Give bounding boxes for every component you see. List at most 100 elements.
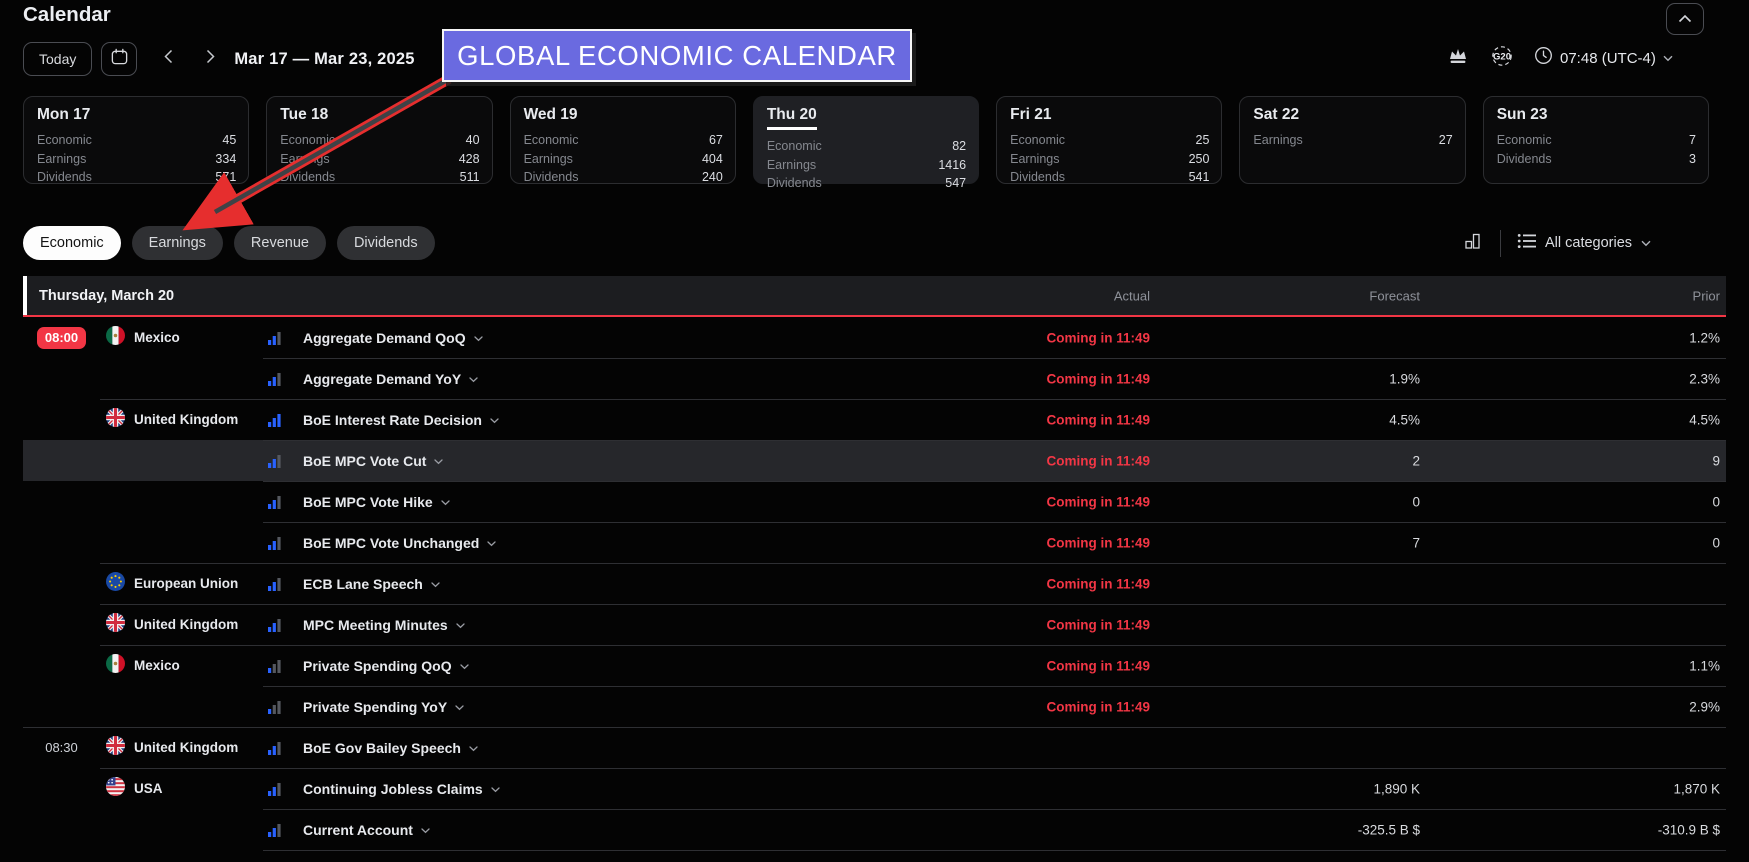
stat-value: 1416 bbox=[938, 156, 966, 175]
day-card-sat-22[interactable]: Sat 22Earnings27 bbox=[1239, 96, 1465, 184]
stat-value: 547 bbox=[945, 174, 966, 193]
flag-european-union-icon bbox=[106, 572, 125, 596]
chevron-down-icon[interactable] bbox=[491, 780, 500, 798]
day-card-title: Mon 17 bbox=[37, 106, 236, 124]
calendar-icon bbox=[110, 47, 129, 71]
day-card-stat: Economic82 bbox=[767, 137, 966, 156]
importance-icon bbox=[263, 782, 303, 796]
event-row[interactable]: United Kingdom MPC Meeting MinutesComing … bbox=[23, 604, 1726, 645]
country-cell: United Kingdom bbox=[100, 613, 263, 637]
day-card-thu-20[interactable]: Thu 20Economic82Earnings1416Dividends547 bbox=[753, 96, 979, 184]
event-cell: Private Spending YoY bbox=[303, 698, 1726, 716]
filter-chip-economic[interactable]: Economic bbox=[23, 226, 121, 260]
forecast-value: -325.5 B $ bbox=[1358, 822, 1420, 837]
importance-filter-button[interactable] bbox=[1446, 45, 1470, 72]
event-row[interactable]: BoE MPC Vote HikeComing in 11:4900 bbox=[23, 481, 1726, 522]
chevron-down-icon[interactable] bbox=[421, 821, 430, 839]
prior-value: 0 bbox=[1712, 535, 1720, 550]
importance-icon bbox=[263, 577, 303, 591]
collapse-panel-button[interactable] bbox=[1666, 3, 1704, 35]
event-row[interactable]: 08:00MexicoAggregate Demand QoQComing in… bbox=[23, 317, 1726, 358]
day-card-stat: Dividends547 bbox=[767, 174, 966, 193]
day-card-sun-23[interactable]: Sun 23Economic7Dividends3 bbox=[1483, 96, 1709, 184]
table-rows: 08:00MexicoAggregate Demand QoQComing in… bbox=[23, 317, 1726, 851]
filter-chip-dividends[interactable]: Dividends bbox=[337, 226, 435, 260]
filter-chip-earnings[interactable]: Earnings bbox=[132, 226, 223, 260]
day-card-stat: Dividends571 bbox=[37, 168, 236, 187]
event-row[interactable]: USAContinuing Jobless Claims1,890 K1,870… bbox=[23, 768, 1726, 809]
stat-value: 404 bbox=[702, 150, 723, 169]
chevron-down-icon[interactable] bbox=[455, 698, 464, 716]
event-row[interactable]: MexicoPrivate Spending QoQComing in 11:4… bbox=[23, 645, 1726, 686]
chevron-down-icon[interactable] bbox=[487, 534, 496, 552]
event-row[interactable]: European UnionECB Lane SpeechComing in 1… bbox=[23, 563, 1726, 604]
chevron-down-icon[interactable] bbox=[490, 411, 499, 429]
day-card-stat: Economic67 bbox=[524, 131, 723, 150]
event-row[interactable]: BoE MPC Vote UnchangedComing in 11:4970 bbox=[23, 522, 1726, 563]
day-card-stat: Dividends3 bbox=[1497, 150, 1696, 169]
event-name: Private Spending QoQ bbox=[303, 658, 452, 674]
events-table: Thursday, March 20 Actual Forecast Prior… bbox=[23, 276, 1726, 851]
event-row[interactable]: BoE MPC Vote CutComing in 11:4929 bbox=[23, 440, 1726, 481]
stat-label: Earnings bbox=[1010, 150, 1059, 169]
chevron-down-icon[interactable] bbox=[474, 329, 483, 347]
day-card-title: Thu 20 bbox=[767, 106, 966, 130]
stat-label: Earnings bbox=[37, 150, 86, 169]
actual-value: Coming in 11:49 bbox=[1046, 617, 1150, 632]
annotation-callout: GLOBAL ECONOMIC CALENDAR bbox=[442, 29, 912, 82]
filter-chips: Economic Earnings Revenue Dividends bbox=[23, 226, 435, 260]
flag-mexico-icon bbox=[106, 654, 125, 678]
prior-value: 1.2% bbox=[1689, 330, 1720, 345]
chevron-down-icon[interactable] bbox=[441, 493, 450, 511]
day-card-stat: Earnings428 bbox=[280, 150, 479, 169]
event-cell: Current Account bbox=[303, 821, 1726, 839]
clock-icon bbox=[1534, 46, 1553, 70]
column-header-actual: Actual bbox=[1114, 288, 1150, 303]
chevron-down-icon[interactable] bbox=[469, 739, 478, 757]
stat-value: 240 bbox=[702, 168, 723, 187]
categories-label: All categories bbox=[1545, 235, 1632, 251]
day-card-mon-17[interactable]: Mon 17Economic45Earnings334Dividends571 bbox=[23, 96, 249, 184]
stat-label: Economic bbox=[767, 137, 822, 156]
day-card-stat: Dividends541 bbox=[1010, 168, 1209, 187]
today-button[interactable]: Today bbox=[23, 42, 92, 76]
day-card-tue-18[interactable]: Tue 18Economic40Earnings428Dividends511 bbox=[266, 96, 492, 184]
calendar-picker-button[interactable] bbox=[101, 42, 137, 76]
event-row[interactable]: Private Spending YoYComing in 11:492.9% bbox=[23, 686, 1726, 727]
next-week-button[interactable] bbox=[199, 43, 221, 75]
day-card-fri-21[interactable]: Fri 21Economic25Earnings250Dividends541 bbox=[996, 96, 1222, 184]
region-filter-button[interactable]: G20 bbox=[1489, 43, 1515, 74]
chart-view-toggle[interactable] bbox=[1462, 230, 1484, 257]
stat-value: 25 bbox=[1196, 131, 1210, 150]
day-card-wed-19[interactable]: Wed 19Economic67Earnings404Dividends240 bbox=[510, 96, 736, 184]
importance-icon bbox=[263, 741, 303, 755]
day-card-stat: Earnings1416 bbox=[767, 156, 966, 175]
country-label: United Kingdom bbox=[134, 740, 238, 755]
chevron-down-icon[interactable] bbox=[431, 575, 440, 593]
importance-icon bbox=[263, 495, 303, 509]
chevron-left-icon bbox=[164, 49, 173, 69]
event-row[interactable]: Aggregate Demand YoYComing in 11:491.9%2… bbox=[23, 358, 1726, 399]
event-cell: Continuing Jobless Claims bbox=[303, 780, 1726, 798]
chevron-down-icon[interactable] bbox=[456, 616, 465, 634]
event-row[interactable]: United KingdomBoE Interest Rate Decision… bbox=[23, 399, 1726, 440]
event-row[interactable]: 08:30United KingdomBoE Gov Bailey Speech bbox=[23, 727, 1726, 768]
timezone-selector[interactable]: 07:48 (UTC-4) bbox=[1534, 46, 1673, 70]
event-cell: BoE Interest Rate Decision bbox=[303, 411, 1726, 429]
chevron-down-icon[interactable] bbox=[460, 657, 469, 675]
stat-label: Economic bbox=[1497, 131, 1552, 150]
flag-mexico-icon bbox=[106, 326, 125, 350]
chevron-down-icon[interactable] bbox=[434, 452, 443, 470]
actual-value: Coming in 11:49 bbox=[1046, 371, 1150, 386]
actual-value: Coming in 11:49 bbox=[1046, 494, 1150, 509]
categories-dropdown[interactable]: All categories bbox=[1517, 232, 1651, 255]
event-row[interactable]: Current Account-325.5 B $-310.9 B $ bbox=[23, 809, 1726, 850]
filter-chip-revenue[interactable]: Revenue bbox=[234, 226, 326, 260]
event-cell: MPC Meeting Minutes bbox=[303, 616, 1726, 634]
day-card-stat: Dividends240 bbox=[524, 168, 723, 187]
actual-value: Coming in 11:49 bbox=[1046, 453, 1150, 468]
day-card-stat: Economic45 bbox=[37, 131, 236, 150]
prev-week-button[interactable] bbox=[157, 43, 179, 75]
chevron-down-icon[interactable] bbox=[469, 370, 478, 388]
importance-icon bbox=[263, 372, 303, 386]
